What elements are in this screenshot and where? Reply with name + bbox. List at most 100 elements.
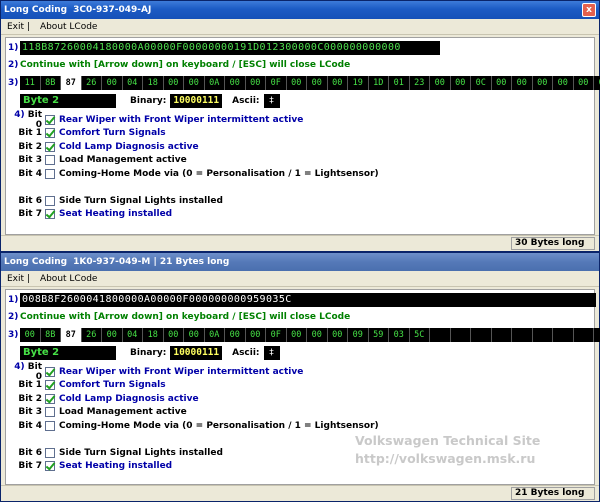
binary-value[interactable]: 10000111	[170, 346, 223, 360]
bit-row: Bit 4 Coming-Home Mode via (0 = Personali…	[8, 419, 379, 433]
byte-cell-empty[interactable]	[532, 328, 553, 342]
byte-cell[interactable]: 03	[389, 328, 410, 342]
byte-cell[interactable]: 00	[163, 76, 184, 90]
byte-cell[interactable]: 87	[61, 328, 82, 342]
menu-exit[interactable]: Exit |	[7, 22, 30, 32]
byte-cell[interactable]: 00	[594, 76, 600, 90]
byte-selector[interactable]: Byte 2	[20, 94, 116, 108]
byte-cell[interactable]: 00	[20, 328, 41, 342]
byte-cell[interactable]: 18	[143, 328, 164, 342]
byte-cell[interactable]: 00	[327, 76, 348, 90]
bit-description: Side Turn Signal Lights installed	[59, 447, 223, 458]
byte-cell[interactable]: 0F	[266, 76, 287, 90]
byte-cell[interactable]: 26	[81, 76, 102, 90]
row-number: 4)	[14, 109, 25, 120]
byte-cell[interactable]: 09	[348, 328, 369, 342]
bit-label: Bit 4	[8, 169, 42, 179]
byte-cell-empty[interactable]	[512, 328, 533, 342]
byte-cell[interactable]: 1D	[368, 76, 389, 90]
byte-cell-empty[interactable]	[471, 328, 492, 342]
menu-about[interactable]: About LCode	[40, 274, 98, 284]
byte-cell[interactable]: 87	[61, 76, 82, 90]
byte-cell[interactable]: 00	[532, 76, 553, 90]
byte-cell[interactable]: 00	[430, 76, 451, 90]
byte-cell-empty[interactable]	[553, 328, 574, 342]
ascii-value[interactable]: ‡	[263, 346, 280, 360]
byte-cell[interactable]: 00	[163, 328, 184, 342]
bit-checkbox[interactable]	[45, 141, 55, 152]
menu-exit[interactable]: Exit |	[7, 274, 30, 284]
byte-cell[interactable]: 8B	[40, 328, 61, 342]
byte-cell[interactable]: 00	[450, 76, 471, 90]
byte-cell[interactable]: 00	[553, 76, 574, 90]
coding-panel: 1) 008B8F2600041800000A00000F00000000095…	[5, 289, 600, 485]
bit-checkbox[interactable]	[45, 393, 55, 404]
binary-label: Binary:	[130, 96, 167, 106]
byte-cell[interactable]: 00	[307, 76, 328, 90]
byte-cell[interactable]: 00	[307, 328, 328, 342]
byte-cell[interactable]: 04	[122, 328, 143, 342]
window-title-detail: 1K0-937-049-M | 21 Bytes long	[73, 257, 230, 267]
bit-description: Seat Heating installed	[59, 209, 173, 220]
bit-checkbox[interactable]	[45, 128, 55, 139]
byte-cell[interactable]: 18	[143, 76, 164, 90]
row-number: 3)	[8, 330, 19, 340]
byte-cell[interactable]: 59	[368, 328, 389, 342]
bit-checkbox[interactable]	[45, 195, 55, 206]
byte-cell[interactable]: 00	[491, 76, 512, 90]
byte-cell[interactable]: 19	[348, 76, 369, 90]
bit-checkbox[interactable]	[45, 114, 55, 125]
byte-cell[interactable]: 0F	[266, 328, 287, 342]
byte-cell[interactable]: 00	[102, 76, 123, 90]
bit-checkbox[interactable]	[45, 407, 55, 418]
bit-checkbox[interactable]	[45, 461, 55, 472]
byte-cell-empty[interactable]	[573, 328, 594, 342]
byte-cell[interactable]: 8B	[40, 76, 61, 90]
binary-value[interactable]: 10000111	[170, 94, 223, 108]
bit-label: Bit 2	[8, 142, 42, 152]
bit-checkbox[interactable]	[45, 155, 55, 166]
coding-string-field[interactable]: 008B8F2600041800000A00000F00000000095903…	[20, 293, 596, 307]
byte-cell[interactable]: 0A	[204, 328, 225, 342]
byte-cell[interactable]: 00	[102, 328, 123, 342]
bit-checkbox[interactable]	[45, 420, 55, 431]
byte-selector[interactable]: Byte 2	[20, 346, 116, 360]
byte-cell[interactable]: 00	[327, 328, 348, 342]
ascii-value[interactable]: ‡	[263, 94, 280, 108]
byte-cell[interactable]: 26	[81, 328, 102, 342]
bit-checkbox[interactable]	[45, 366, 55, 377]
byte-cell[interactable]: 00	[573, 76, 594, 90]
byte-cell[interactable]: 11	[20, 76, 41, 90]
bit-row: 4) Bit 0 Rear Wiper with Front Wiper inte…	[8, 362, 379, 382]
byte-cell[interactable]: 04	[122, 76, 143, 90]
row-number: 1)	[8, 43, 19, 53]
bit-checkbox[interactable]	[45, 209, 55, 220]
byte-cell-empty[interactable]	[450, 328, 471, 342]
byte-cell[interactable]: 00	[184, 76, 205, 90]
byte-cell[interactable]: 00	[245, 328, 266, 342]
byte-cell-empty[interactable]	[594, 328, 600, 342]
byte-cell-empty[interactable]	[491, 328, 512, 342]
byte-cell[interactable]: 00	[184, 328, 205, 342]
bit-label-text: Bit 1	[18, 380, 42, 391]
byte-cell[interactable]: 0C	[471, 76, 492, 90]
close-icon[interactable]: x	[582, 3, 596, 17]
byte-cell[interactable]: 00	[245, 76, 266, 90]
coding-string-field[interactable]: 118B87260004180000A00000F00000000191D012…	[20, 41, 440, 55]
byte-cell[interactable]: 00	[286, 328, 307, 342]
byte-cell[interactable]: 00	[225, 76, 246, 90]
byte-cell[interactable]: 5C	[409, 328, 430, 342]
byte-cell[interactable]: 00	[225, 328, 246, 342]
bit-checkbox[interactable]	[45, 447, 55, 458]
byte-cells: 00 8B 87 26 00 04 18 00 00 0A 00 00 0F 00 00 00 09 59 03 5C	[20, 328, 600, 342]
byte-cell[interactable]: 00	[286, 76, 307, 90]
byte-cell-empty[interactable]	[430, 328, 451, 342]
bit-checkbox[interactable]	[45, 168, 55, 179]
byte-cell[interactable]: 23	[409, 76, 430, 90]
bit-description: Comfort Turn Signals	[59, 380, 166, 391]
bit-checkbox[interactable]	[45, 380, 55, 391]
byte-cell[interactable]: 01	[389, 76, 410, 90]
menu-about[interactable]: About LCode	[40, 22, 98, 32]
byte-cell[interactable]: 00	[512, 76, 533, 90]
byte-cell[interactable]: 0A	[204, 76, 225, 90]
